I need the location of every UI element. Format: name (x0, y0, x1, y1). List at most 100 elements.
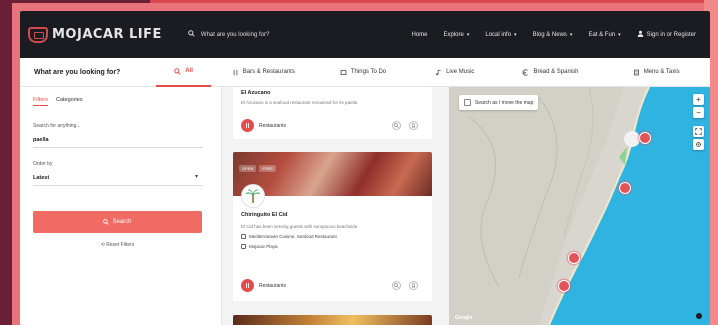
nav-link-blog[interactable]: Blog & News ▾ (533, 32, 573, 38)
palm-tree-icon (245, 189, 261, 203)
nav-link-label: Blog & News (532, 31, 567, 38)
nav-link-explore[interactable]: Explore ▾ (444, 32, 470, 38)
search-icon (188, 30, 195, 39)
subtab-categories[interactable]: Categories (56, 97, 83, 106)
listing-cover-image[interactable] (233, 315, 432, 325)
search-button[interactable]: Search (33, 211, 202, 233)
tabs-title: What are you looking for? (34, 68, 121, 76)
navbar-search[interactable]: What are you looking for? (188, 30, 269, 39)
listing-actions (392, 281, 418, 290)
results-map[interactable]: Search as I move the map + − Google (449, 87, 710, 325)
signin-label: Sign in or Register (646, 31, 696, 38)
reset-filters-label: Reset Filters (106, 242, 135, 248)
map-marker[interactable] (558, 280, 570, 292)
zoom-icon[interactable] (392, 281, 401, 290)
logo-mark-icon (28, 26, 48, 43)
chevron-down-icon[interactable]: ▾ (195, 173, 198, 180)
search-input-underline (33, 147, 203, 148)
tab-things-to-do[interactable]: Things To Do (315, 58, 411, 87)
listing-feature-label: Mediterranean Cuisine, Seafood Restauran… (249, 234, 337, 239)
nav-link-label: Explore (443, 31, 464, 38)
browser-frame: MOJACAR LIFE What are you looking for? H… (20, 11, 710, 325)
top-navbar: MOJACAR LIFE What are you looking for? H… (20, 11, 710, 58)
nav-link-eat-fun[interactable]: Eat & Fun ▾ (588, 32, 620, 38)
tab-menu-taxis[interactable]: Menu & Taxis (602, 58, 710, 87)
map-provider-logo: Google (455, 315, 473, 321)
listing-tag: FREE (259, 165, 277, 172)
chevron-down-icon: ▾ (514, 31, 517, 38)
tab-bars-restaurants[interactable]: Bars & Restaurants (211, 58, 315, 87)
fullscreen-icon[interactable] (693, 126, 704, 137)
listing-category[interactable]: Restaurants (241, 119, 286, 132)
filter-subtabs: Filters Categories (33, 97, 83, 106)
nav-link-local-info[interactable]: Local info ▾ (485, 32, 516, 38)
bookmark-icon[interactable] (409, 281, 418, 290)
restaurant-icon (241, 279, 254, 292)
nav-link-home[interactable]: Home (411, 32, 427, 38)
tab-label: Things To Do (350, 69, 387, 75)
listing-description: El Cid has been serving guests with sump… (241, 224, 358, 229)
listing-category[interactable]: Restaurants (241, 279, 286, 292)
signin-link[interactable]: Sign in or Register (637, 30, 696, 39)
listing-category-label: Restaurants (259, 122, 286, 129)
order-select-underline (33, 185, 203, 186)
map-marker[interactable] (639, 132, 651, 144)
listing-feature: Mojacar Playa (241, 244, 278, 249)
site-logo[interactable]: MOJACAR LIFE (28, 26, 162, 43)
search-as-move-toggle[interactable]: Search as I move the map (459, 95, 539, 110)
zoom-out-button[interactable]: − (693, 107, 704, 118)
filter-panel: Filters Categories Search for anything..… (20, 87, 222, 325)
listing-title[interactable]: El Azucano (241, 90, 270, 96)
search-icon (174, 67, 181, 75)
listing-category-label: Restaurants (259, 282, 286, 289)
tab-label: Live Music (446, 69, 475, 75)
euro-icon (522, 68, 529, 76)
listing-card[interactable]: El Azucano El Azucano is a seafood resta… (233, 87, 432, 139)
category-tabs: What are you looking for? All Bars & Res… (20, 58, 710, 87)
listing-actions (392, 121, 418, 130)
cutlery-icon (233, 69, 238, 75)
order-select[interactable]: Latest (33, 175, 49, 181)
tab-live-music[interactable]: Live Music (411, 58, 499, 87)
zoom-in-label: + (696, 95, 701, 104)
search-button-label: Search (112, 219, 132, 225)
search-input[interactable]: paella (33, 137, 49, 143)
tab-label: All (185, 68, 193, 74)
tab-label: Bread & Spanish (533, 69, 579, 75)
location-icon (241, 244, 246, 249)
listing-feature-label: Mojacar Playa (249, 244, 278, 249)
checkbox[interactable] (464, 99, 471, 106)
tab-label: Menu & Taxis (643, 69, 680, 75)
reset-filters-link[interactable]: ⟲ Reset Filters (20, 242, 215, 248)
subtab-filters[interactable]: Filters (33, 97, 48, 106)
search-as-move-label: Search as I move the map (475, 99, 534, 106)
restaurant-icon (241, 119, 254, 132)
logo-text: MOJACAR LIFE (52, 27, 162, 42)
tab-bread-spanish[interactable]: Bread & Spanish (499, 58, 603, 87)
map-attribution-dot (696, 313, 702, 319)
chevron-down-icon: ▾ (618, 31, 621, 38)
ticket-icon (340, 69, 347, 75)
map-marker[interactable] (619, 182, 631, 194)
chevron-down-icon: ▾ (569, 31, 573, 38)
chevron-down-icon: ▾ (466, 31, 470, 38)
listing-card[interactable]: OPEN FREE Chiringuito El Cid El Cid has … (233, 152, 432, 301)
bookmark-icon[interactable] (409, 121, 418, 130)
menu-icon (633, 69, 639, 75)
zoom-icon[interactable] (392, 121, 401, 130)
map-marker[interactable] (568, 252, 580, 264)
user-icon (637, 30, 644, 39)
locate-icon[interactable] (693, 139, 704, 150)
cuisine-icon (241, 234, 246, 239)
listing-tags: OPEN FREE (239, 165, 277, 172)
order-field-label: Order by (33, 161, 53, 167)
listing-title[interactable]: Chiringuito El Cid (241, 212, 287, 218)
zoom-in-button[interactable]: + (693, 94, 704, 105)
background-left-dark (0, 40, 12, 325)
listing-tag: OPEN (239, 165, 257, 172)
search-icon (103, 219, 110, 225)
listing-description: El Azucano is a seafood restaurant renow… (241, 100, 358, 105)
music-icon (436, 69, 441, 75)
listing-feature: Mediterranean Cuisine, Seafood Restauran… (241, 234, 337, 239)
tab-all[interactable]: All (155, 58, 212, 87)
